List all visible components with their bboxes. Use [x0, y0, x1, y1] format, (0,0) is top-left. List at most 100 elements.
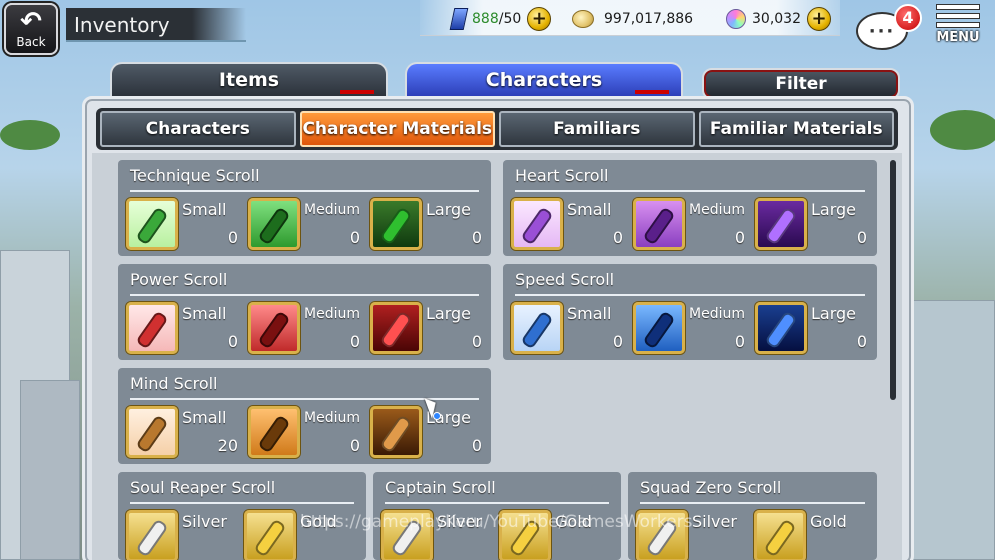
technique-scroll-small-icon — [126, 198, 178, 250]
tab-items-label: Items — [218, 69, 280, 91]
card-divider — [130, 294, 479, 296]
item-size-label: Small — [567, 304, 612, 323]
item-count: 0 — [349, 332, 360, 351]
card-heart-scroll: Heart Scroll Small 0 Medium 0 Large 0 — [503, 160, 877, 256]
item-count: 0 — [856, 332, 867, 351]
card-title: Power Scroll — [130, 270, 228, 289]
add-stamina-button[interactable]: + — [527, 7, 552, 31]
item-heart-medium[interactable]: Medium 0 — [633, 198, 753, 252]
background-building — [905, 300, 995, 560]
item-speed-small[interactable]: Small 0 — [511, 302, 631, 356]
chat-button[interactable]: ··· 4 — [856, 4, 922, 52]
item-technique-large[interactable]: Large 0 — [370, 198, 490, 252]
item-count: 20 — [217, 436, 238, 455]
item-count: 0 — [612, 332, 623, 351]
item-size-label: Large — [811, 200, 857, 219]
card-title: Heart Scroll — [515, 166, 609, 185]
heart-scroll-small-icon — [511, 198, 563, 250]
tab-accent — [635, 90, 669, 94]
back-arrow-icon: ↶ — [20, 7, 42, 37]
stamina-display: 888/50 + — [449, 7, 552, 31]
card-technique-scroll: Technique Scroll Small 0 Medium 0 Large … — [118, 160, 491, 256]
menu-button[interactable]: MENU — [930, 2, 986, 56]
speed-scroll-large-icon — [755, 302, 807, 354]
item-heart-large[interactable]: Large 0 — [755, 198, 875, 252]
subtab-familiars[interactable]: Familiars — [499, 111, 695, 147]
watermark: https://gameplayKeru/YouTube/GamesWorker… — [300, 512, 693, 532]
stamina-max: /50 — [498, 11, 522, 27]
card-divider — [640, 502, 865, 504]
card-divider — [515, 294, 865, 296]
item-size-label: Large — [426, 200, 472, 219]
heart-scroll-large-icon — [755, 198, 807, 250]
card-divider — [385, 502, 609, 504]
item-speed-medium[interactable]: Medium 0 — [633, 302, 753, 356]
item-power-large[interactable]: Large 0 — [370, 302, 490, 356]
subtab-character-materials[interactable]: Character Materials — [299, 111, 495, 147]
item-size-label: Small — [182, 304, 227, 323]
card-divider — [130, 190, 479, 192]
item-technique-small[interactable]: Small 0 — [126, 198, 246, 252]
item-power-small[interactable]: Small 0 — [126, 302, 246, 356]
gems-display: 30,032 + — [726, 7, 831, 31]
item-count: 0 — [349, 228, 360, 247]
mind-scroll-large-icon — [370, 406, 422, 458]
subtab-characters[interactable]: Characters — [100, 111, 296, 147]
back-button[interactable]: ↶ Back — [4, 3, 58, 55]
stamina-icon — [449, 8, 469, 30]
item-power-medium[interactable]: Medium 0 — [248, 302, 368, 356]
item-size-label: Small — [182, 200, 227, 219]
tab-items[interactable]: Items — [110, 62, 388, 98]
add-gems-button[interactable]: + — [807, 7, 831, 31]
item-mind-medium[interactable]: Medium 0 — [248, 406, 368, 460]
item-count: 0 — [612, 228, 623, 247]
hamburger-icon — [936, 4, 980, 28]
sub-tab-bar: Characters Character Materials Familiars… — [96, 108, 898, 150]
speed-scroll-small-icon — [511, 302, 563, 354]
tab-accent — [340, 90, 374, 94]
coins-value: 997,017,886 — [604, 11, 694, 27]
mind-scroll-medium-icon — [248, 406, 300, 458]
squad-zero-gold-scroll-icon — [754, 510, 806, 560]
item-size-label: Medium — [304, 306, 360, 322]
soul-reaper-silver-scroll-icon — [126, 510, 178, 560]
item-count: 0 — [471, 332, 482, 351]
page-title: Inventory — [66, 8, 246, 42]
item-count: 0 — [734, 332, 745, 351]
item-soul-reaper-silver[interactable]: Silver — [126, 510, 246, 560]
item-count: 0 — [227, 228, 238, 247]
back-label: Back — [16, 35, 46, 49]
item-size-label: Medium — [689, 306, 745, 322]
item-count: 0 — [734, 228, 745, 247]
card-title: Captain Scroll — [385, 478, 496, 497]
item-count: 0 — [349, 436, 360, 455]
item-size-label: Medium — [304, 202, 360, 218]
tab-characters[interactable]: Characters — [405, 62, 683, 98]
item-squad-zero-gold[interactable]: Gold — [754, 510, 874, 560]
card-power-scroll: Power Scroll Small 0 Medium 0 Large 0 — [118, 264, 491, 360]
item-speed-large[interactable]: Large 0 — [755, 302, 875, 356]
card-title: Mind Scroll — [130, 374, 218, 393]
card-speed-scroll: Speed Scroll Small 0 Medium 0 Large 0 — [503, 264, 877, 360]
notification-badge: 4 — [894, 4, 922, 32]
coin-icon — [572, 10, 594, 28]
item-count: 0 — [856, 228, 867, 247]
tab-characters-label: Characters — [485, 69, 603, 91]
item-grade-label: Gold — [810, 512, 847, 531]
background-building — [20, 380, 80, 560]
item-size-label: Large — [811, 304, 857, 323]
item-grade-label: Silver — [692, 512, 737, 531]
soul-reaper-gold-scroll-icon — [244, 510, 296, 560]
item-mind-small[interactable]: Small 20 — [126, 406, 246, 460]
item-heart-small[interactable]: Small 0 — [511, 198, 631, 252]
card-divider — [515, 190, 865, 192]
power-scroll-large-icon — [370, 302, 422, 354]
technique-scroll-large-icon — [370, 198, 422, 250]
background-tree — [0, 120, 60, 150]
scrollbar[interactable] — [890, 160, 896, 400]
item-technique-medium[interactable]: Medium 0 — [248, 198, 368, 252]
subtab-familiar-materials[interactable]: Familiar Materials — [698, 111, 894, 147]
mind-scroll-small-icon — [126, 406, 178, 458]
item-size-label: Medium — [689, 202, 745, 218]
menu-label: MENU — [936, 30, 980, 45]
